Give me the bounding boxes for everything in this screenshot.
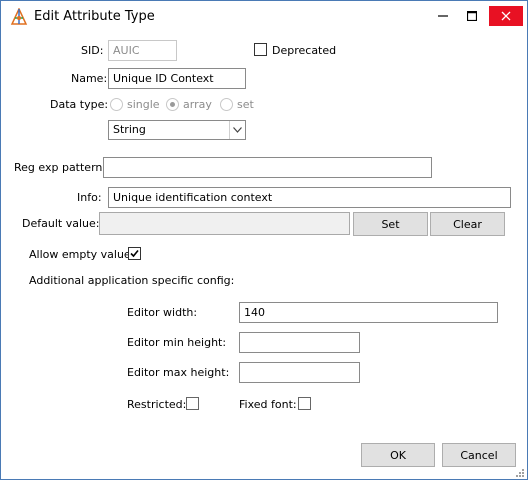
name-label: Name: xyxy=(71,72,108,85)
info-input[interactable]: Unique identification context xyxy=(108,187,511,208)
dialog-window: Edit Attribute Type SID: AUIC Deprecated xyxy=(0,0,528,480)
app-logo-icon xyxy=(10,8,28,25)
maximize-icon xyxy=(467,11,477,21)
set-button[interactable]: Set xyxy=(353,212,428,236)
data-format-value: String xyxy=(113,123,146,136)
default-value-label: Default value: xyxy=(22,217,100,230)
allow-empty-label: Allow empty value xyxy=(29,248,131,261)
restricted-label: Restricted: xyxy=(127,398,187,411)
data-format-select[interactable]: String xyxy=(108,120,246,140)
editor-max-height-label: Editor max height: xyxy=(127,366,230,379)
close-button[interactable] xyxy=(486,1,526,31)
resize-grip-icon[interactable] xyxy=(513,466,525,478)
close-icon xyxy=(501,11,511,21)
cancel-button[interactable]: Cancel xyxy=(442,443,516,467)
allow-empty-checkbox[interactable] xyxy=(128,247,141,260)
radio-array[interactable] xyxy=(166,98,179,111)
regexp-label: Reg exp pattern: xyxy=(14,161,107,174)
radio-array-label: array xyxy=(183,98,212,111)
editor-width-label: Editor width: xyxy=(127,306,198,319)
chevron-down-icon[interactable] xyxy=(229,121,245,139)
title-bar[interactable]: Edit Attribute Type xyxy=(1,1,527,32)
checkmark-icon xyxy=(130,249,139,258)
radio-set-label: set xyxy=(237,98,254,111)
minimize-button[interactable] xyxy=(428,1,458,31)
restricted-checkbox[interactable] xyxy=(186,397,199,410)
sid-label: SID: xyxy=(81,44,104,57)
clear-button[interactable]: Clear xyxy=(430,212,505,236)
default-value-input[interactable] xyxy=(99,212,350,235)
minimize-icon xyxy=(438,15,448,17)
radio-single-label: single xyxy=(127,98,160,111)
editor-min-height-label: Editor min height: xyxy=(127,336,227,349)
editor-width-input[interactable]: 140 xyxy=(239,302,498,323)
name-input[interactable]: Unique ID Context xyxy=(108,68,246,89)
fixed-font-label: Fixed font: xyxy=(239,398,297,411)
fixed-font-checkbox[interactable] xyxy=(298,397,311,410)
regexp-input[interactable] xyxy=(103,157,432,178)
deprecated-checkbox[interactable] xyxy=(254,43,267,56)
window-title: Edit Attribute Type xyxy=(34,9,155,24)
app-config-heading: Additional application specific config: xyxy=(29,274,235,287)
deprecated-label: Deprecated xyxy=(272,44,337,57)
sid-input[interactable]: AUIC xyxy=(108,40,177,61)
ok-button[interactable]: OK xyxy=(361,443,435,467)
radio-set[interactable] xyxy=(220,98,233,111)
editor-min-height-input[interactable] xyxy=(239,332,360,353)
data-type-label: Data type: xyxy=(50,98,109,111)
maximize-button[interactable] xyxy=(457,1,487,31)
info-label: Info: xyxy=(77,191,102,204)
editor-max-height-input[interactable] xyxy=(239,362,360,383)
radio-single[interactable] xyxy=(110,98,123,111)
